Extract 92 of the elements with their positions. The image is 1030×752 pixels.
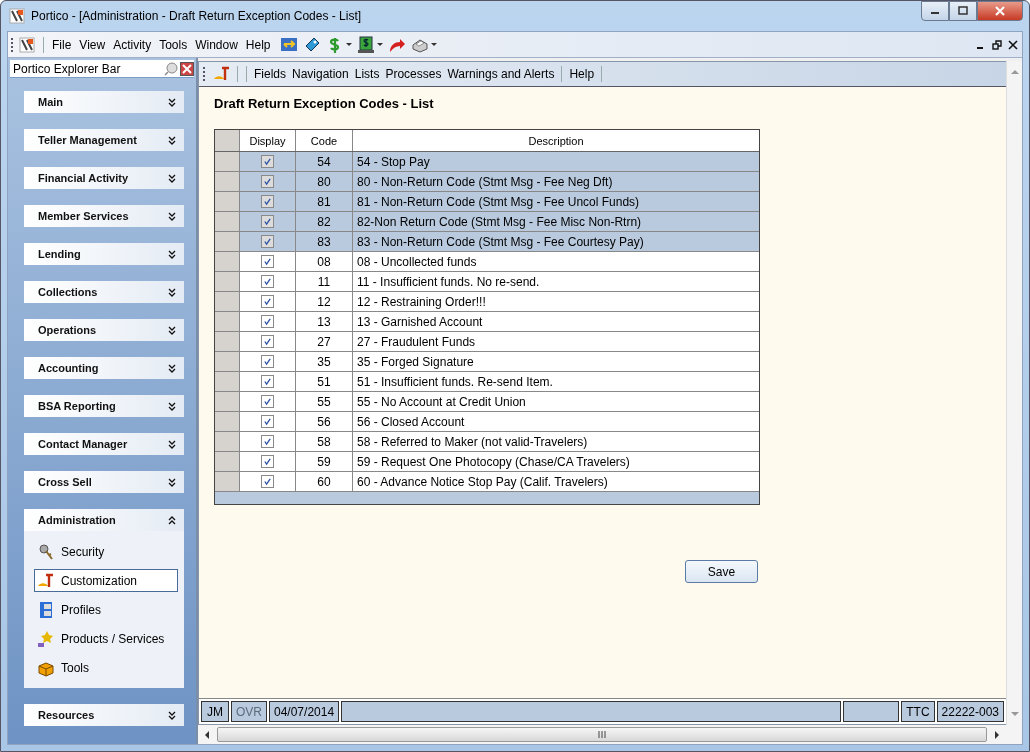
explorer-group-header[interactable]: Resources xyxy=(24,704,184,726)
table-cell-text: 08 - Uncollected funds xyxy=(356,253,478,271)
explorer-link[interactable]: Security xyxy=(34,540,178,563)
table-cell: 83 xyxy=(296,232,353,251)
table-cell-text: 27 - Fraudulent Funds xyxy=(356,333,477,351)
table-row[interactable]: 13 13 - Garnished Account xyxy=(215,312,759,332)
table-cell: 58 xyxy=(296,432,353,451)
explorer-group-header[interactable]: Cross Sell xyxy=(24,471,184,493)
menu-item[interactable]: Window xyxy=(191,37,242,52)
table-cell: 55 xyxy=(296,392,353,411)
menu-item[interactable]: File xyxy=(48,37,76,52)
table-row[interactable]: 11 11 - Insufficient funds. No re-send. xyxy=(215,272,759,292)
explorer-group-header[interactable]: Administration xyxy=(24,509,184,531)
status-panel: TTC xyxy=(901,701,935,722)
table-cell-text: 11 - Insufficient funds. No re-send. xyxy=(356,273,541,291)
menu-item[interactable]: Help xyxy=(241,37,275,52)
toolbar-menu-item[interactable]: Processes xyxy=(382,67,445,81)
explorer-bar-title: Portico Explorer Bar xyxy=(13,61,122,76)
explorer-group-header[interactable]: Lending xyxy=(24,243,184,265)
table-cell: 60 xyxy=(296,472,353,491)
toolbar-menu-item[interactable]: Help xyxy=(566,67,598,81)
table-cell: 13 xyxy=(296,312,353,331)
table-cell-text: 35 - Forged Signature xyxy=(356,353,475,371)
table-row[interactable]: 08 08 - Uncollected funds xyxy=(215,252,759,272)
table-cell: 08 xyxy=(296,252,353,271)
table-cell-text: 54 - Stop Pay xyxy=(356,153,431,171)
table-cell: 27 xyxy=(296,332,353,351)
status-panel: 04/07/2014 xyxy=(269,701,340,722)
table-cell: 51 xyxy=(296,372,353,391)
menu-item[interactable]: Activity xyxy=(109,37,156,52)
table-cell: 56 xyxy=(296,412,353,431)
table-row[interactable]: 12 12 - Restraining Order!!! xyxy=(215,292,759,312)
table-cell: 80 xyxy=(296,172,353,191)
table-cell: 59 xyxy=(296,452,353,471)
status-panel: 22222-003 xyxy=(936,701,1004,722)
table-row[interactable]: 81 81 - Non-Return Code (Stmt Msg - Fee Uncol Funds) xyxy=(215,192,759,212)
explorer-group-header[interactable]: Member Services xyxy=(24,205,184,227)
toolbar-menu-item[interactable]: Fields xyxy=(251,67,289,81)
table-row[interactable]: 55 55 - No Account at Credit Union xyxy=(215,392,759,412)
explorer-link[interactable]: Tools xyxy=(34,656,178,679)
table-row[interactable]: 56 56 - Closed Account xyxy=(215,412,759,432)
table-cell-text: 12 - Restraining Order!!! xyxy=(356,293,487,311)
table-cell: 35 xyxy=(296,352,353,371)
table-row[interactable]: 35 35 - Forged Signature xyxy=(215,352,759,372)
column-header[interactable]: Description xyxy=(353,130,759,151)
table-cell-text: 58 - Referred to Maker (not valid-Travelers) xyxy=(356,433,589,451)
column-header[interactable]: Code xyxy=(296,130,353,151)
table-row[interactable]: 27 27 - Fraudulent Funds xyxy=(215,332,759,352)
explorer-group-header[interactable]: Main xyxy=(24,91,184,113)
explorer-group-header[interactable]: Operations xyxy=(24,319,184,341)
table-cell-text: 59 - Request One Photocopy (Chase/CA Travelers) xyxy=(356,453,631,471)
explorer-group-header[interactable]: Accounting xyxy=(24,357,184,379)
table-cell-text: 13 - Garnished Account xyxy=(356,313,484,331)
explorer-link[interactable]: Profiles xyxy=(34,598,178,621)
explorer-group-header[interactable]: Financial Activity xyxy=(24,167,184,189)
table-cell: 82 xyxy=(296,212,353,231)
explorer-link[interactable]: Products / Services xyxy=(34,627,178,650)
status-panel: JM xyxy=(201,701,229,722)
explorer-link[interactable]: Customization xyxy=(34,569,178,592)
table-row[interactable]: 59 59 - Request One Photocopy (Chase/CA Travelers) xyxy=(215,452,759,472)
table-cell-text: 55 - No Account at Credit Union xyxy=(356,393,527,411)
save-button[interactable]: Save xyxy=(685,560,758,583)
table-row[interactable]: 80 80 - Non-Return Code (Stmt Msg - Fee Neg Dft) xyxy=(215,172,759,192)
table-cell-text: 83 - Non-Return Code (Stmt Msg - Fee Courtesy Pay) xyxy=(356,233,645,251)
window-title: Portico - [Administration - Draft Return Exception Codes - List] xyxy=(31,9,362,23)
table-row[interactable]: 83 83 - Non-Return Code (Stmt Msg - Fee Courtesy Pay) xyxy=(215,232,759,252)
explorer-group-header[interactable]: BSA Reporting xyxy=(24,395,184,417)
table-cell-text: 81 - Non-Return Code (Stmt Msg - Fee Uncol Funds) xyxy=(356,193,641,211)
table-cell-text: 82-Non Return Code (Stmt Msg - Fee Misc Non-Rtrn) xyxy=(356,213,643,231)
table-row[interactable]: 82 82-Non Return Code (Stmt Msg - Fee Misc Non-Rtrn) xyxy=(215,212,759,232)
status-panel: OVR xyxy=(231,701,267,722)
explorer-group-header[interactable]: Collections xyxy=(24,281,184,303)
table-row[interactable]: 58 58 - Referred to Maker (not valid-Travelers) xyxy=(215,432,759,452)
table-cell-text: 56 - Closed Account xyxy=(356,413,466,431)
table-row[interactable]: 54 54 - Stop Pay xyxy=(215,152,759,172)
page-title: Draft Return Exception Codes - List xyxy=(214,96,434,111)
explorer-group-header[interactable]: Contact Manager xyxy=(24,433,184,455)
table-row[interactable]: 51 51 - Insufficient funds. Re-send Item. xyxy=(215,372,759,392)
table-cell: 54 xyxy=(296,152,353,171)
table-cell-text: 80 - Non-Return Code (Stmt Msg - Fee Neg Dft) xyxy=(356,173,614,191)
toolbar-menu-item[interactable]: Warnings and Alerts xyxy=(444,67,558,81)
table-cell-text: 60 - Advance Notice Stop Pay (Calif. Travelers) xyxy=(356,473,609,491)
explorer-group-header[interactable]: Teller Management xyxy=(24,129,184,151)
toolbar-menu-item[interactable]: Lists xyxy=(351,67,383,81)
table-cell: 11 xyxy=(296,272,353,291)
table-cell: 81 xyxy=(296,192,353,211)
menu-item[interactable]: View xyxy=(75,37,110,52)
table-cell-text: 51 - Insufficient funds. Re-send Item. xyxy=(356,373,554,391)
table-cell: 12 xyxy=(296,292,353,311)
toolbar-menu-item[interactable]: Navigation xyxy=(289,67,352,81)
menu-item[interactable]: Tools xyxy=(155,37,192,52)
column-header[interactable]: Display xyxy=(240,130,296,151)
